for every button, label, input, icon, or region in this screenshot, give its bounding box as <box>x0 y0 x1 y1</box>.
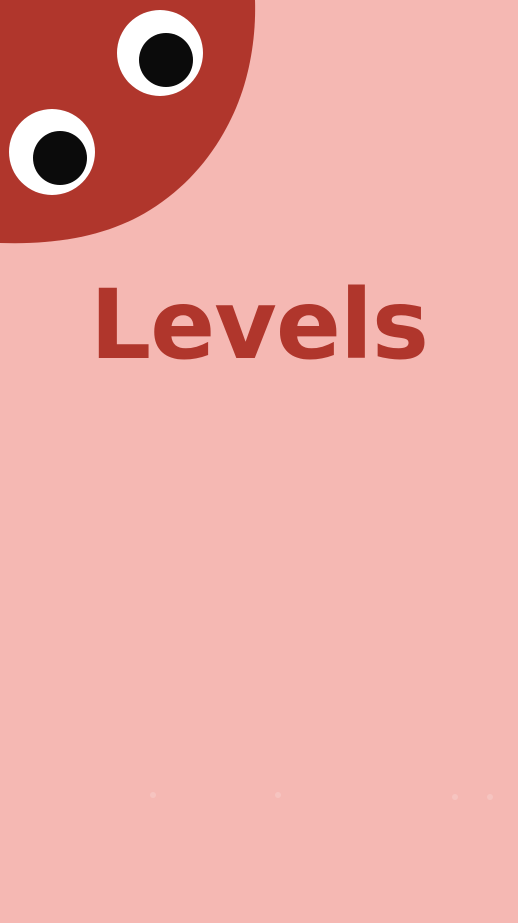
eye-upper <box>117 10 203 96</box>
page-dot[interactable] <box>275 792 281 798</box>
eye-lower <box>9 109 95 195</box>
page-dot[interactable] <box>150 792 156 798</box>
level-page-indicator <box>0 780 518 820</box>
levels-screen: Levels <box>0 0 518 923</box>
page-dot[interactable] <box>487 794 493 800</box>
page-dot[interactable] <box>452 794 458 800</box>
googly-eyed-blob-icon <box>0 0 256 244</box>
page-title: Levels <box>89 269 429 381</box>
